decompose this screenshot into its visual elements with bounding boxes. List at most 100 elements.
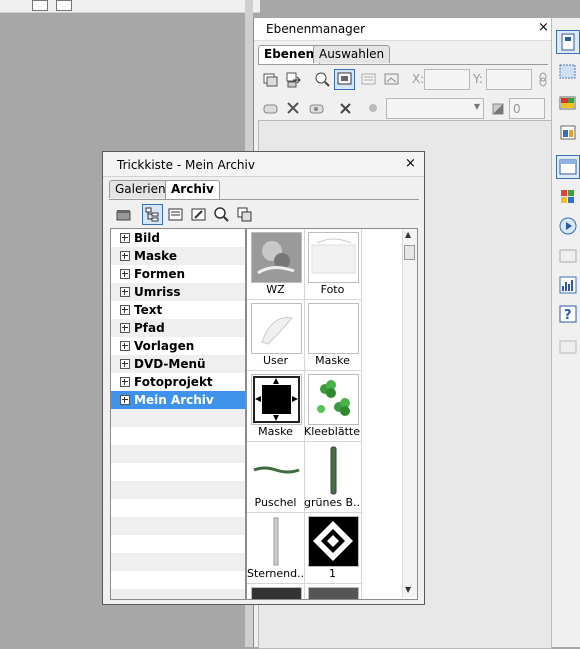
tree-item-umriss[interactable]: Umriss bbox=[111, 283, 245, 301]
help-icon[interactable]: ? bbox=[556, 302, 580, 326]
tree-empty-row bbox=[111, 535, 245, 553]
expand-icon[interactable] bbox=[120, 359, 130, 369]
archive-item-kleeblaetter[interactable]: Kleeblätter bbox=[304, 371, 362, 442]
tree-empty-row bbox=[111, 571, 245, 589]
copy-item-icon[interactable] bbox=[234, 204, 255, 225]
search-icon[interactable] bbox=[211, 204, 232, 225]
archive-item-puschel[interactable]: Puschel bbox=[247, 442, 305, 513]
archive-panel-icon[interactable] bbox=[556, 155, 580, 179]
details-view-icon[interactable] bbox=[165, 204, 186, 225]
layer-image-icon[interactable] bbox=[381, 69, 402, 90]
maske-thumbnail bbox=[308, 303, 359, 354]
archive-item-sternend[interactable]: Sternend... bbox=[247, 513, 305, 584]
tree-empty-row bbox=[111, 409, 245, 427]
opacity-field[interactable]: 0 bbox=[509, 98, 545, 119]
ebenenmanager-title: Ebenenmanager bbox=[266, 22, 366, 36]
svg-text:?: ? bbox=[564, 308, 572, 323]
layer-view-icon[interactable] bbox=[334, 69, 355, 90]
trickkiste-close-button[interactable]: × bbox=[405, 156, 416, 171]
tree-empty-row bbox=[111, 517, 245, 535]
archive-item-partial[interactable] bbox=[247, 584, 305, 599]
x-position-field[interactable] bbox=[424, 69, 470, 90]
maske-frame-thumbnail bbox=[251, 374, 302, 425]
tree-empty-row bbox=[111, 481, 245, 499]
y-position-field[interactable] bbox=[486, 69, 532, 90]
tab-archiv[interactable]: Archiv bbox=[165, 180, 220, 199]
archive-item-wz[interactable]: WZ bbox=[247, 229, 305, 300]
puschel-thumbnail bbox=[251, 445, 302, 496]
expand-icon[interactable] bbox=[120, 269, 130, 279]
archive-box-icon[interactable] bbox=[113, 204, 134, 225]
color-panel-icon[interactable] bbox=[556, 90, 580, 114]
archive-item-maske[interactable]: Maske bbox=[304, 300, 362, 371]
info-icon[interactable] bbox=[556, 244, 580, 268]
tree-item-text[interactable]: Text bbox=[111, 301, 245, 319]
expand-icon[interactable] bbox=[120, 395, 130, 405]
tree-empty-row bbox=[111, 553, 245, 571]
tree-item-pfad[interactable]: Pfad bbox=[111, 319, 245, 337]
mask-remove-icon[interactable] bbox=[306, 98, 327, 119]
scrollbar-thumb[interactable] bbox=[404, 245, 415, 260]
foto-thumbnail bbox=[308, 232, 359, 283]
archive-item-partial[interactable] bbox=[304, 584, 362, 599]
partial-thumbnail bbox=[308, 587, 359, 599]
archive-item-foto[interactable]: Foto bbox=[304, 229, 362, 300]
category-tree: Bild Maske Formen Umriss Text Pfad Vorla… bbox=[110, 228, 246, 600]
archive-item-maske-frame[interactable]: Maske bbox=[247, 371, 305, 442]
tree-item-bild[interactable]: Bild bbox=[111, 229, 245, 247]
top-toolbar-strip bbox=[0, 0, 260, 13]
y-label: Y: bbox=[473, 72, 483, 86]
tab-galerien[interactable]: Galerien bbox=[109, 180, 172, 198]
ebenenmanager-close-button[interactable]: × bbox=[538, 20, 549, 35]
tree-item-dvd-menue[interactable]: DVD-Menü bbox=[111, 355, 245, 373]
selection-panel-icon[interactable] bbox=[556, 60, 580, 84]
tree-view-icon[interactable] bbox=[142, 204, 163, 225]
mask-tool-icon[interactable] bbox=[283, 98, 304, 119]
tab-auswahlen[interactable]: Auswahlen bbox=[313, 45, 391, 63]
settings-icon[interactable] bbox=[556, 335, 580, 359]
zoom-layer-icon[interactable] bbox=[312, 69, 333, 90]
tree-empty-row bbox=[111, 589, 245, 599]
expand-icon[interactable] bbox=[120, 233, 130, 243]
right-toolbar: ? bbox=[551, 18, 580, 647]
expand-icon[interactable] bbox=[120, 305, 130, 315]
expand-icon[interactable] bbox=[120, 251, 130, 261]
effect-icon[interactable] bbox=[363, 98, 384, 119]
tree-item-vorlagen[interactable]: Vorlagen bbox=[111, 337, 245, 355]
expand-icon[interactable] bbox=[120, 323, 130, 333]
tab-ebenen[interactable]: Ebenen bbox=[258, 45, 321, 64]
expand-icon[interactable] bbox=[120, 287, 130, 297]
layer-properties-icon[interactable] bbox=[358, 69, 379, 90]
tree-item-maske[interactable]: Maske bbox=[111, 247, 245, 265]
archive-grid: WZ Foto User Maske Maske Kleeblätter Pus… bbox=[246, 228, 418, 600]
archive-item-1[interactable]: 1 bbox=[304, 513, 362, 584]
scroll-down-icon[interactable]: ▼ bbox=[405, 585, 411, 594]
tree-item-mein-archiv[interactable]: Mein Archiv bbox=[111, 391, 245, 409]
archive-scrollbar[interactable]: ▲ ▼ bbox=[402, 229, 417, 597]
archive-item-gruenes-b[interactable]: grünes B... bbox=[304, 442, 362, 513]
tree-empty-row bbox=[111, 499, 245, 517]
item-1-thumbnail bbox=[308, 516, 359, 567]
delete-icon[interactable] bbox=[335, 98, 356, 119]
tree-item-formen[interactable]: Formen bbox=[111, 265, 245, 283]
new-layer-icon[interactable] bbox=[260, 69, 281, 90]
archive-item-user[interactable]: User bbox=[247, 300, 305, 371]
scroll-up-icon[interactable]: ▲ bbox=[405, 230, 411, 239]
blend-mode-select[interactable]: ▼ bbox=[386, 98, 484, 119]
palette-panel-icon[interactable] bbox=[556, 185, 580, 209]
mask-icon[interactable] bbox=[260, 98, 281, 119]
play-icon[interactable] bbox=[556, 214, 580, 238]
expand-icon[interactable] bbox=[120, 341, 130, 351]
tree-empty-row bbox=[111, 463, 245, 481]
link-icon[interactable] bbox=[535, 69, 551, 90]
edit-item-icon[interactable] bbox=[188, 204, 209, 225]
toolbar-icon[interactable] bbox=[56, 0, 72, 11]
layers-panel-icon[interactable] bbox=[556, 30, 580, 54]
trickkiste-titlebar[interactable]: Trickkiste - Mein Archiv × bbox=[103, 152, 424, 177]
trickkiste-panel-icon[interactable] bbox=[556, 120, 580, 144]
duplicate-layer-icon[interactable] bbox=[283, 69, 304, 90]
expand-icon[interactable] bbox=[120, 377, 130, 387]
toolbar-icon[interactable] bbox=[32, 0, 48, 11]
histogram-icon[interactable] bbox=[556, 273, 580, 297]
tree-item-fotoprojekt[interactable]: Fotoprojekt bbox=[111, 373, 245, 391]
